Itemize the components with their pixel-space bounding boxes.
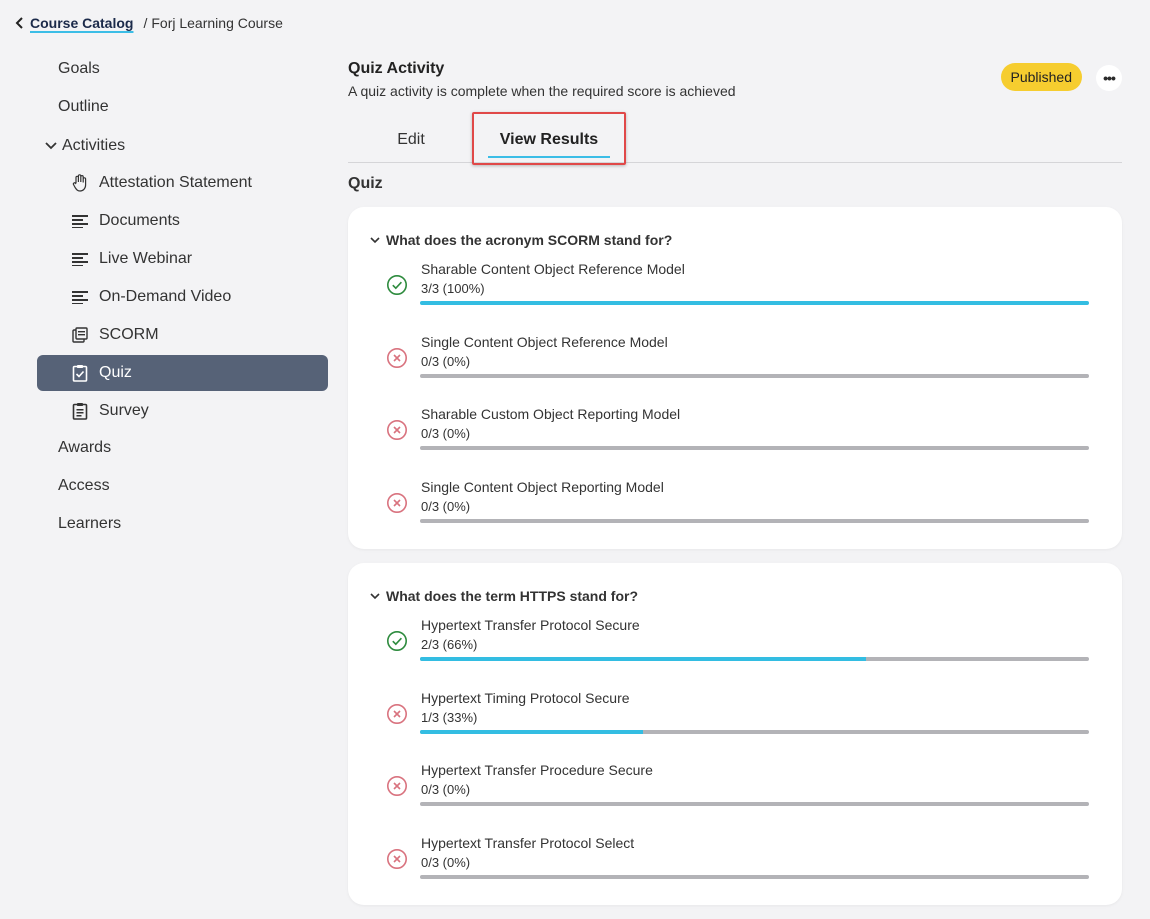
sidebar-item-label: Survey xyxy=(99,402,149,419)
sidebar-item-goals[interactable]: Goals xyxy=(37,52,328,90)
sidebar-item-survey[interactable]: Survey xyxy=(37,393,328,429)
question-list: What does the acronym SCORM stand for? Sh… xyxy=(348,207,1122,905)
clipboard-list-icon xyxy=(70,401,90,421)
x-circle-icon xyxy=(386,703,408,725)
answer-label: Single Content Object Reporting Model xyxy=(421,478,664,495)
section-title: Quiz xyxy=(348,175,383,192)
x-circle-icon xyxy=(386,419,408,441)
active-tab-underline xyxy=(488,156,610,158)
breadcrumb-current: Forj Learning Course xyxy=(151,15,283,31)
sidebar-item-documents[interactable]: Documents xyxy=(37,203,328,239)
sidebar-item-awards[interactable]: Awards xyxy=(37,431,328,469)
sidebar-item-label: SCORM xyxy=(99,326,159,343)
clipboard-check-icon xyxy=(70,363,90,383)
answer-count: 3/3 (100%) xyxy=(421,281,485,296)
sidebar-item-on-demand-video[interactable]: On-Demand Video xyxy=(37,279,328,315)
tab-bar: Edit View Results xyxy=(348,112,1122,165)
activity-header: Quiz Activity A quiz activity is complet… xyxy=(348,60,1122,99)
answer-label: Hypertext Transfer Procedure Secure xyxy=(421,762,653,778)
x-circle-icon xyxy=(386,492,408,514)
answer-count: 0/3 (0%) xyxy=(421,353,471,369)
answer-label: Hypertext Timing Protocol Secure xyxy=(421,689,630,706)
progress-track xyxy=(420,657,1089,661)
lines-icon xyxy=(70,249,90,269)
answer-label: Sharable Content Object Reference Model xyxy=(421,261,685,277)
answer-row: Single Content Object Reporting Model 0/3… xyxy=(368,467,1089,540)
question-header[interactable]: What does the acronym SCORM stand for? xyxy=(368,231,1089,249)
x-circle-icon xyxy=(386,848,408,870)
hand-icon xyxy=(70,173,90,193)
sidebar-item-attestation-statement[interactable]: Attestation Statement xyxy=(37,165,328,201)
answer-row: Hypertext Timing Protocol Secure 1/3 (33%… xyxy=(368,678,1089,751)
answer-row: Hypertext Transfer Procedure Secure 0/3 (… xyxy=(368,750,1089,823)
more-icon: ••• xyxy=(1103,70,1116,86)
progress-fill xyxy=(420,729,643,734)
progress-track xyxy=(420,802,1089,806)
main-content: Quiz Activity A quiz activity is complet… xyxy=(348,58,1122,905)
x-circle-icon xyxy=(386,775,408,797)
sidebar-item-access[interactable]: Access xyxy=(37,469,328,507)
sidebar-item-quiz[interactable]: Quiz xyxy=(37,355,328,391)
answer-row: Hypertext Transfer Protocol Select 0/3 (0… xyxy=(368,823,1089,896)
check-circle-icon xyxy=(386,630,408,652)
answer-label: Single Content Object Reference Model xyxy=(421,333,668,350)
progress-track xyxy=(420,729,1089,734)
breadcrumb-separator: / xyxy=(143,15,148,31)
question-text: What does the acronym SCORM stand for? xyxy=(386,232,673,248)
sidebar-item-label: Documents xyxy=(99,212,180,229)
answer-label: Sharable Custom Object Reporting Model xyxy=(421,406,681,422)
answer-row: Hypertext Transfer Protocol Secure 2/3 (6… xyxy=(368,605,1089,678)
lines-icon xyxy=(70,287,90,307)
x-circle-icon xyxy=(386,347,408,369)
answer-count: 2/3 (66%) xyxy=(421,637,478,652)
check-circle-icon xyxy=(386,274,408,296)
answer-count: 0/3 (0%) xyxy=(421,426,471,441)
answer-count: 0/3 (0%) xyxy=(421,782,471,797)
breadcrumb: Course Catalog / Forj Learning Course xyxy=(12,14,283,32)
chevron-down-icon xyxy=(43,138,59,154)
answer-row: Sharable Custom Object Reporting Model 0/… xyxy=(368,394,1089,467)
answer-row: Single Content Object Reference Model 0/3… xyxy=(368,322,1089,395)
stack-icon xyxy=(70,325,90,345)
progress-track xyxy=(420,373,1089,378)
progress-fill xyxy=(420,657,867,661)
answer-label: Hypertext Transfer Protocol Secure xyxy=(421,617,640,633)
question-card: What does the acronym SCORM stand for? Sh… xyxy=(348,207,1122,549)
status-badge: Published xyxy=(1000,63,1082,91)
sidebar-group-label: Activities xyxy=(62,137,126,154)
sidebar-item-scorm[interactable]: SCORM xyxy=(37,317,328,353)
chevron-down-icon xyxy=(368,589,382,603)
lines-icon xyxy=(70,211,90,231)
sidebar: Goals Outline Activities Attestation Sta… xyxy=(37,52,328,545)
progress-track xyxy=(420,301,1089,305)
question-card: What does the term HTTPS stand for? Hyper… xyxy=(348,563,1122,905)
sidebar-item-label: Live Webinar xyxy=(99,250,193,267)
answer-count: 0/3 (0%) xyxy=(421,854,471,870)
tab-view-results[interactable]: View Results xyxy=(486,119,612,163)
progress-track xyxy=(420,446,1089,450)
answer-label: Hypertext Transfer Protocol Select xyxy=(421,834,635,851)
progress-fill xyxy=(420,301,1089,305)
sidebar-item-outline[interactable]: Outline xyxy=(37,90,328,128)
chevron-left-icon[interactable] xyxy=(12,14,28,32)
tab-label: View Results xyxy=(499,131,599,148)
answer-row: Sharable Content Object Reference Model 3… xyxy=(368,249,1089,322)
tab-edit[interactable]: Edit xyxy=(378,119,444,163)
more-options-button[interactable]: ••• xyxy=(1096,65,1122,91)
question-header[interactable]: What does the term HTTPS stand for? xyxy=(368,587,1089,605)
breadcrumb-course-catalog-link[interactable]: Course Catalog xyxy=(30,15,133,31)
sidebar-item-label: Attestation Statement xyxy=(99,174,252,191)
answer-count: 1/3 (33%) xyxy=(421,709,478,725)
progress-track xyxy=(420,518,1089,523)
chevron-down-icon xyxy=(368,233,382,247)
question-text: What does the term HTTPS stand for? xyxy=(386,588,639,604)
sidebar-group-activities[interactable]: Activities xyxy=(37,128,328,164)
sidebar-item-live-webinar[interactable]: Live Webinar xyxy=(37,241,328,277)
sidebar-item-label: Quiz xyxy=(99,364,132,381)
progress-track xyxy=(420,874,1089,879)
sidebar-item-label: On-Demand Video xyxy=(99,288,232,305)
sidebar-item-learners[interactable]: Learners xyxy=(37,507,328,545)
answer-count: 0/3 (0%) xyxy=(421,498,471,514)
